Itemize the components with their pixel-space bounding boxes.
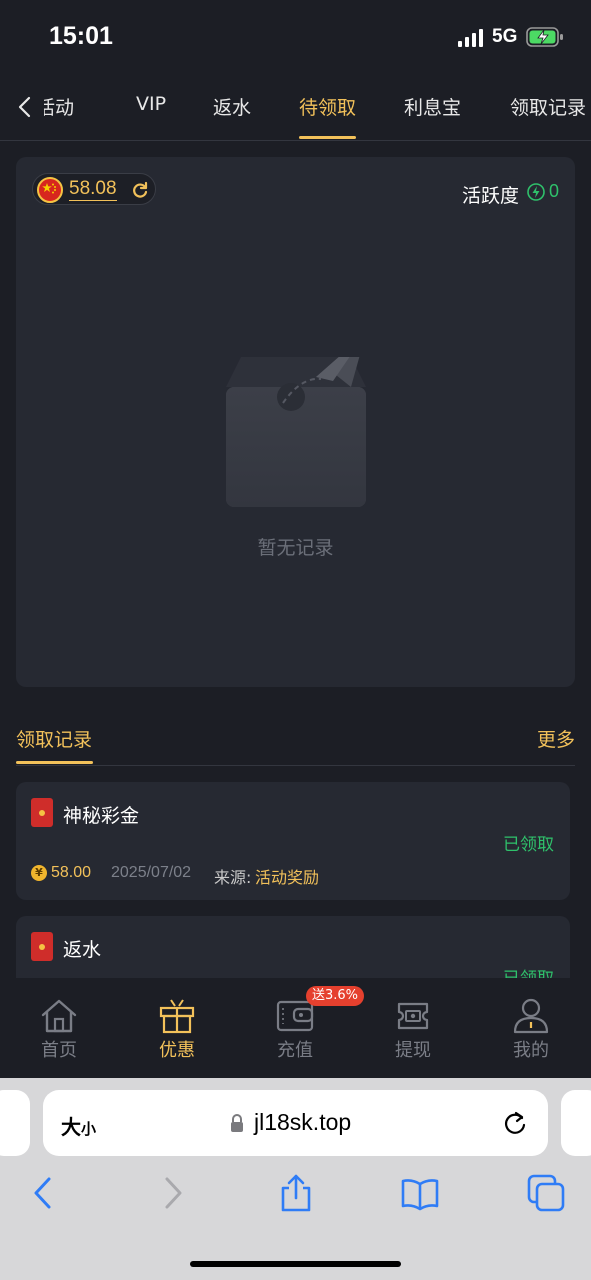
- browser-forward-icon[interactable]: [153, 1174, 191, 1212]
- record-status: 已领取: [503, 964, 554, 978]
- nav-deposit-label: 充值: [277, 1040, 313, 1061]
- balance-value: 58.08: [69, 178, 117, 201]
- tab-pending[interactable]: 待领取: [299, 93, 356, 120]
- nav-home[interactable]: 首页: [19, 998, 99, 1062]
- deposit-promo-badge: 送3.6%: [306, 986, 365, 1006]
- coin-icon: ¥: [31, 865, 47, 881]
- top-tab-bar: 活动 VIP 返水 待领取 利息宝 领取记录: [0, 75, 591, 141]
- back-arrow-icon[interactable]: [14, 95, 38, 119]
- nav-deposit[interactable]: 充值: [255, 998, 335, 1062]
- nav-withdraw-label: 提现: [395, 1040, 431, 1061]
- record-card: 返水 已领取: [16, 916, 570, 978]
- tab-activity[interactable]: 活动: [44, 93, 74, 120]
- nav-withdraw[interactable]: 提现: [373, 998, 453, 1062]
- record-source-value: 活动奖励: [255, 868, 320, 887]
- record-title: 返水: [63, 939, 102, 961]
- empty-box-icon: [226, 357, 366, 507]
- nav-home-label: 首页: [41, 1040, 77, 1061]
- nav-promotions-label: 优惠: [159, 1040, 195, 1061]
- balance-pill[interactable]: 58.08: [32, 173, 156, 205]
- empty-state-text: 暂无记录: [257, 537, 334, 559]
- withdraw-icon: [397, 1002, 429, 1030]
- browser-back-icon[interactable]: [25, 1174, 63, 1212]
- profile-icon: [513, 998, 549, 1034]
- reload-icon[interactable]: [502, 1110, 528, 1136]
- nav-promotions[interactable]: 优惠: [137, 998, 217, 1062]
- previous-tab-preview[interactable]: [0, 1090, 30, 1156]
- address-bar[interactable]: 大小 jl18sk.top: [43, 1090, 548, 1156]
- url-text: jl18sk.top: [254, 1109, 352, 1135]
- tab-rebate[interactable]: 返水: [213, 93, 251, 120]
- browser-chrome: 大小 jl18sk.top: [0, 1078, 591, 1280]
- home-indicator: [190, 1261, 401, 1267]
- records-header: 领取记录 更多: [16, 720, 575, 766]
- network-type: 5G: [492, 26, 518, 47]
- status-time: 15:01: [49, 22, 113, 50]
- battery-icon: [526, 27, 563, 47]
- more-link[interactable]: 更多: [537, 725, 575, 752]
- record-amount: 58.00: [51, 864, 92, 881]
- tab-vip[interactable]: VIP: [136, 93, 166, 115]
- share-icon[interactable]: [277, 1174, 315, 1212]
- pending-rewards-panel: 58.08 活跃度 0 暂无记录: [16, 157, 575, 687]
- refresh-icon[interactable]: [131, 181, 149, 199]
- record-date: 2025/07/02: [111, 864, 192, 881]
- lock-icon: [231, 1114, 243, 1132]
- activity-label: 活跃度: [461, 185, 519, 207]
- home-icon: [41, 999, 77, 1033]
- nav-profile[interactable]: 我的: [491, 998, 571, 1062]
- tabs-icon[interactable]: [527, 1174, 565, 1212]
- activity-value: 0: [548, 181, 559, 201]
- text-size-large: 大: [61, 1115, 81, 1139]
- nav-profile-label: 我的: [513, 1040, 549, 1061]
- status-bar: 15:01 5G: [0, 0, 591, 75]
- record-title: 神秘彩金: [63, 805, 140, 827]
- text-size-button[interactable]: 大小: [61, 1111, 96, 1140]
- bookmarks-icon[interactable]: [401, 1174, 439, 1212]
- records-title[interactable]: 领取记录: [16, 725, 92, 752]
- next-tab-preview[interactable]: [561, 1090, 591, 1156]
- record-source-label: 来源:: [214, 868, 252, 887]
- bottom-nav: 首页 优惠 充值 提现 我的: [0, 978, 591, 1078]
- gift-icon: [159, 999, 195, 1034]
- china-flag-icon: [37, 177, 63, 203]
- record-status: 已领取: [503, 835, 554, 855]
- active-tab-indicator: [299, 136, 356, 139]
- signal-icon: [458, 29, 483, 47]
- red-packet-icon: [31, 798, 53, 827]
- record-card: 神秘彩金 已领取 ¥ 58.00 2025/07/02 来源: 活动奖励: [16, 782, 570, 900]
- red-packet-icon: [31, 932, 53, 961]
- text-size-small: 小: [81, 1120, 97, 1138]
- tab-claim-records[interactable]: 领取记录: [510, 93, 586, 120]
- tab-interest[interactable]: 利息宝: [404, 93, 461, 120]
- lightning-icon: [527, 183, 545, 201]
- records-title-underline: [16, 761, 93, 764]
